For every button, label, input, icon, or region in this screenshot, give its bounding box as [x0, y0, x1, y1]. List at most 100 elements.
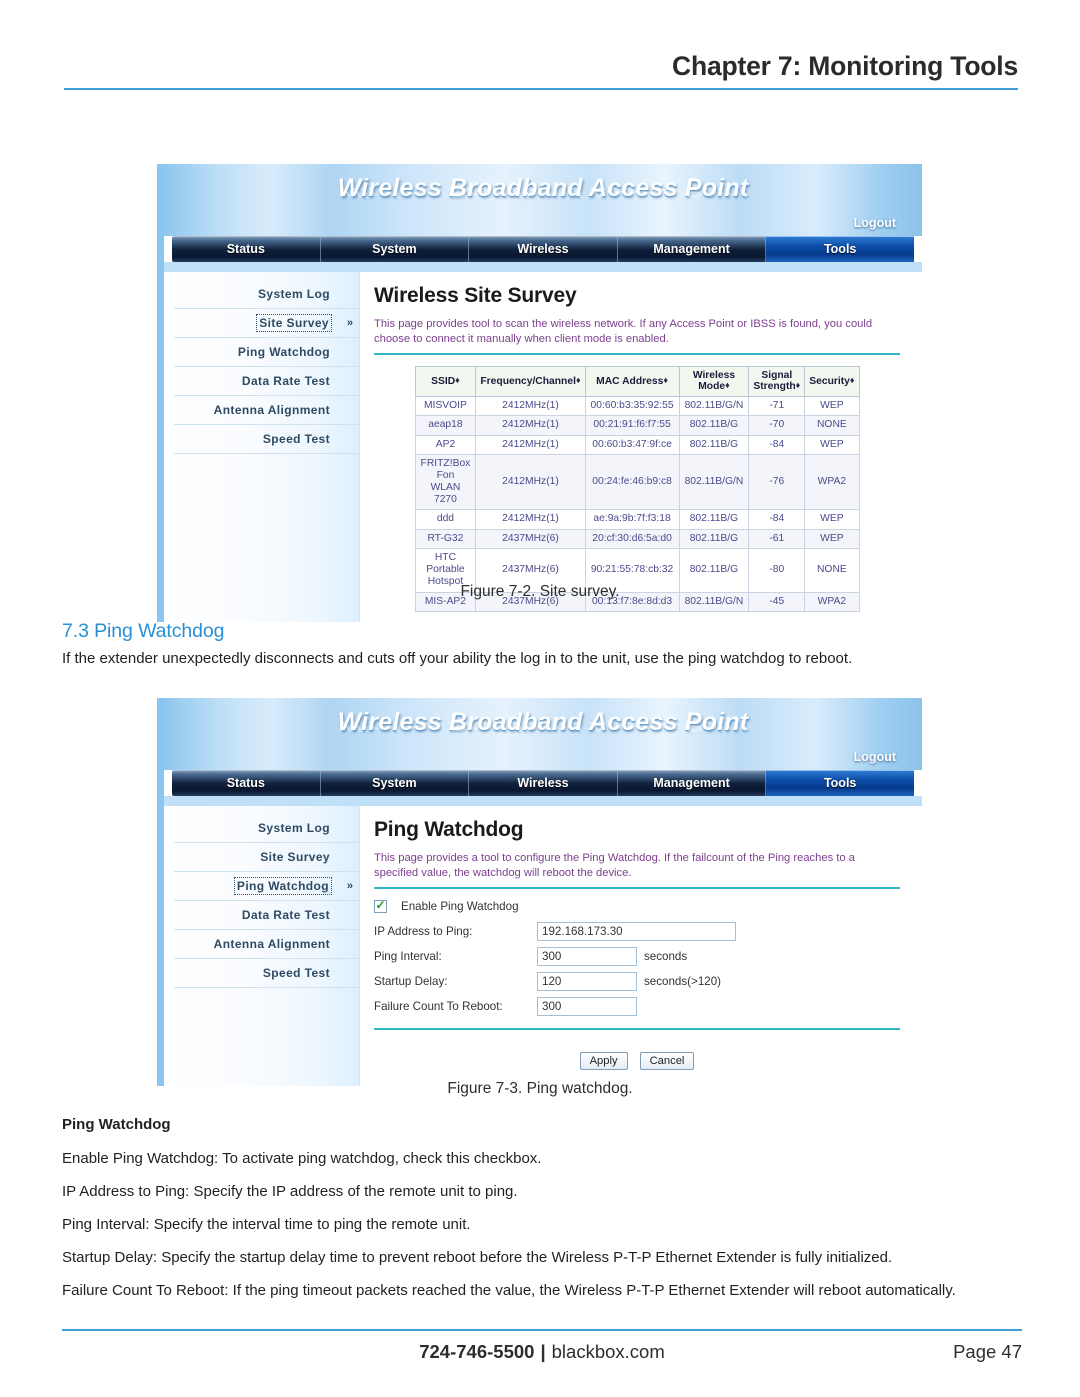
nav-tab-wireless[interactable]: Wireless: [469, 770, 618, 796]
logout-link[interactable]: Logout: [854, 216, 896, 230]
field-input-ip-address-to-ping[interactable]: [537, 921, 736, 941]
table-row[interactable]: MISVOIP 2412MHz(1) 00:60:b3:35:92:55 802.11…: [414, 395, 860, 417]
cell-wireless-mode: 802.11B/G/N: [678, 395, 750, 417]
router-sidebar: System Log Site Survey » Ping Watchdog Data …: [164, 272, 360, 622]
cell-mac-address: 00:60:b3:35:92:55: [584, 395, 680, 417]
sidebar-item-ping-watchdog[interactable]: Ping Watchdog: [174, 338, 360, 367]
nav-tab-system[interactable]: System: [321, 770, 470, 796]
table-row[interactable]: ddd 2412MHz(1) ae:9a:9b:7f:f3:18 802.11B/G -…: [414, 509, 860, 530]
sidebar-item-data-rate-test[interactable]: Data Rate Test: [174, 901, 360, 930]
column-header-wireless-mode[interactable]: Wireless Mode ♦: [678, 365, 750, 397]
site-survey-content: Wireless Site Survey This page provides …: [360, 272, 922, 622]
nav-tab-tools[interactable]: Tools: [766, 770, 914, 796]
sidebar-item-speed-test[interactable]: Speed Test: [174, 425, 360, 454]
checkmark-icon: ✓: [375, 898, 386, 913]
sidebar-item-antenna-alignment[interactable]: Antenna Alignment: [174, 930, 360, 959]
apply-button[interactable]: Apply: [579, 1051, 628, 1070]
sidebar-item-label: Ping Watchdog: [237, 345, 330, 359]
form-row-failure-count-to-reboot: Failure Count To Reboot:: [374, 996, 900, 1017]
nav-tab-wireless[interactable]: Wireless: [469, 236, 618, 262]
header-rule: [64, 88, 1018, 91]
sort-indicator-icon[interactable]: ♦: [725, 380, 730, 390]
sidebar-item-site-survey[interactable]: Site Survey: [174, 843, 360, 872]
sort-indicator-icon[interactable]: ♦: [850, 375, 855, 385]
cell-signal-strength: -70: [748, 415, 806, 436]
cell-frequency-channel: 2412MHz(1): [475, 395, 586, 417]
nav-tab-tools[interactable]: Tools: [766, 236, 914, 262]
router-brand-title: Wireless Broadband Access Point: [337, 708, 749, 736]
nav-tab-management[interactable]: Management: [618, 236, 767, 262]
field-unit-ping-interval: seconds: [644, 949, 688, 963]
field-input-startup-delay[interactable]: [537, 971, 637, 991]
sidebar-item-antenna-alignment[interactable]: Antenna Alignment: [174, 396, 360, 425]
nav-tab-system[interactable]: System: [321, 236, 470, 262]
form-buttons: Apply Cancel: [374, 1051, 900, 1070]
sort-indicator-icon[interactable]: ♦: [663, 375, 668, 385]
cell-signal-strength: -61: [748, 528, 806, 550]
sidebar-item-label: Antenna Alignment: [213, 937, 330, 951]
sidebar-item-system-log[interactable]: System Log: [174, 814, 360, 843]
router-brand-title: Wireless Broadband Access Point: [337, 174, 749, 202]
section-heading: 7.3 Ping Watchdog: [62, 620, 225, 642]
ping-watchdog-content: Ping Watchdog This page provides a tool …: [360, 806, 922, 1086]
cell-frequency-channel: 2412MHz(1): [475, 434, 586, 455]
table-row[interactable]: AP2 2412MHz(1) 00:60:b3:47:9f:ce 802.11B/G -…: [414, 434, 860, 455]
table-header-row: SSID ♦ Frequency/Channel ♦ MAC Address ♦ Wi…: [414, 365, 860, 397]
sidebar-item-system-log[interactable]: System Log: [174, 280, 360, 309]
sidebar-item-speed-test[interactable]: Speed Test: [174, 959, 360, 988]
column-header-label: Frequency/Channel: [480, 375, 576, 387]
navbar-base: [164, 262, 922, 272]
column-header-security[interactable]: Security ♦: [804, 365, 860, 397]
cell-frequency-channel: 2412MHz(1): [475, 453, 586, 511]
enable-ping-watchdog-checkbox[interactable]: ✓: [374, 898, 387, 913]
sort-indicator-icon[interactable]: ♦: [796, 380, 801, 390]
sidebar-filler: [164, 988, 360, 989]
sort-indicator-icon[interactable]: ♦: [576, 375, 581, 385]
cell-ssid: ddd: [414, 509, 477, 530]
cell-security: WPA2: [804, 453, 860, 511]
sidebar-item-site-survey[interactable]: Site Survey »: [174, 309, 360, 338]
logout-link[interactable]: Logout: [854, 750, 896, 764]
cell-signal-strength: -76: [748, 453, 806, 511]
cancel-button[interactable]: Cancel: [639, 1051, 695, 1070]
ping-watchdog-screenshot: Wireless Broadband Access Point Wireless…: [157, 698, 922, 1086]
sidebar-item-data-rate-test[interactable]: Data Rate Test: [174, 367, 360, 396]
description-item-4: Failure Count To Reboot: If the ping tim…: [62, 1282, 956, 1299]
document-header: Chapter 7: Monitoring Tools: [64, 51, 1018, 91]
nav-tab-label: Wireless: [517, 242, 569, 256]
cell-frequency-channel: 2412MHz(1): [475, 509, 586, 530]
navbar-base: [164, 796, 922, 806]
router-banner: Wireless Broadband Access Point Wireless…: [164, 164, 922, 236]
cell-security: WEP: [804, 395, 860, 417]
form-row-ip-address-to-ping: IP Address to Ping:: [374, 921, 900, 942]
cell-ssid: RT-G32: [414, 528, 477, 550]
site-survey-screenshot: Wireless Broadband Access Point Wireless…: [157, 164, 922, 622]
nav-tab-status[interactable]: Status: [172, 770, 321, 796]
sort-indicator-icon[interactable]: ♦: [455, 375, 460, 385]
column-header-mac-address[interactable]: MAC Address ♦: [584, 365, 680, 397]
table-row[interactable]: FRITZ!Box Fon WLAN 7270 2412MHz(1) 00:24:f…: [414, 453, 860, 511]
field-input-ping-interval[interactable]: [537, 946, 637, 966]
cell-ssid: AP2: [414, 434, 477, 455]
column-header-signal-strength[interactable]: Signal Strength ♦: [748, 365, 806, 397]
field-label-ping-interval: Ping Interval:: [374, 949, 442, 963]
nav-tab-label: Management: [653, 242, 730, 256]
field-input-failure-count-to-reboot[interactable]: [537, 996, 637, 1016]
sidebar-item-ping-watchdog[interactable]: Ping Watchdog »: [174, 872, 360, 901]
cell-wireless-mode: 802.11B/G/N: [678, 453, 750, 511]
column-header-frequency-channel[interactable]: Frequency/Channel ♦: [475, 365, 586, 397]
nav-tab-management[interactable]: Management: [618, 770, 767, 796]
column-header-ssid[interactable]: SSID ♦: [414, 365, 477, 397]
footer-rule: [62, 1329, 1022, 1331]
sidebar-item-label: Ping Watchdog: [233, 877, 333, 895]
sidebar-item-label: Site Survey: [260, 850, 330, 864]
sidebar-item-label: Site Survey: [256, 314, 332, 332]
nav-tab-status[interactable]: Status: [172, 236, 321, 262]
site-survey-description: This page provides tool to scan the wire…: [374, 318, 873, 345]
table-row[interactable]: aeap18 2412MHz(1) 00:21:91:f6:f7:55 802.11B…: [414, 415, 860, 436]
sidebar-filler: [164, 454, 360, 455]
table-row[interactable]: RT-G32 2437MHz(6) 20:cf:30:d6:5a:d0 802.11B…: [414, 528, 860, 550]
enable-ping-watchdog-row[interactable]: ✓ Enable Ping Watchdog: [374, 898, 900, 913]
sidebar-item-label: Speed Test: [262, 966, 330, 980]
cell-mac-address: 00:60:b3:47:9f:ce: [584, 434, 680, 455]
